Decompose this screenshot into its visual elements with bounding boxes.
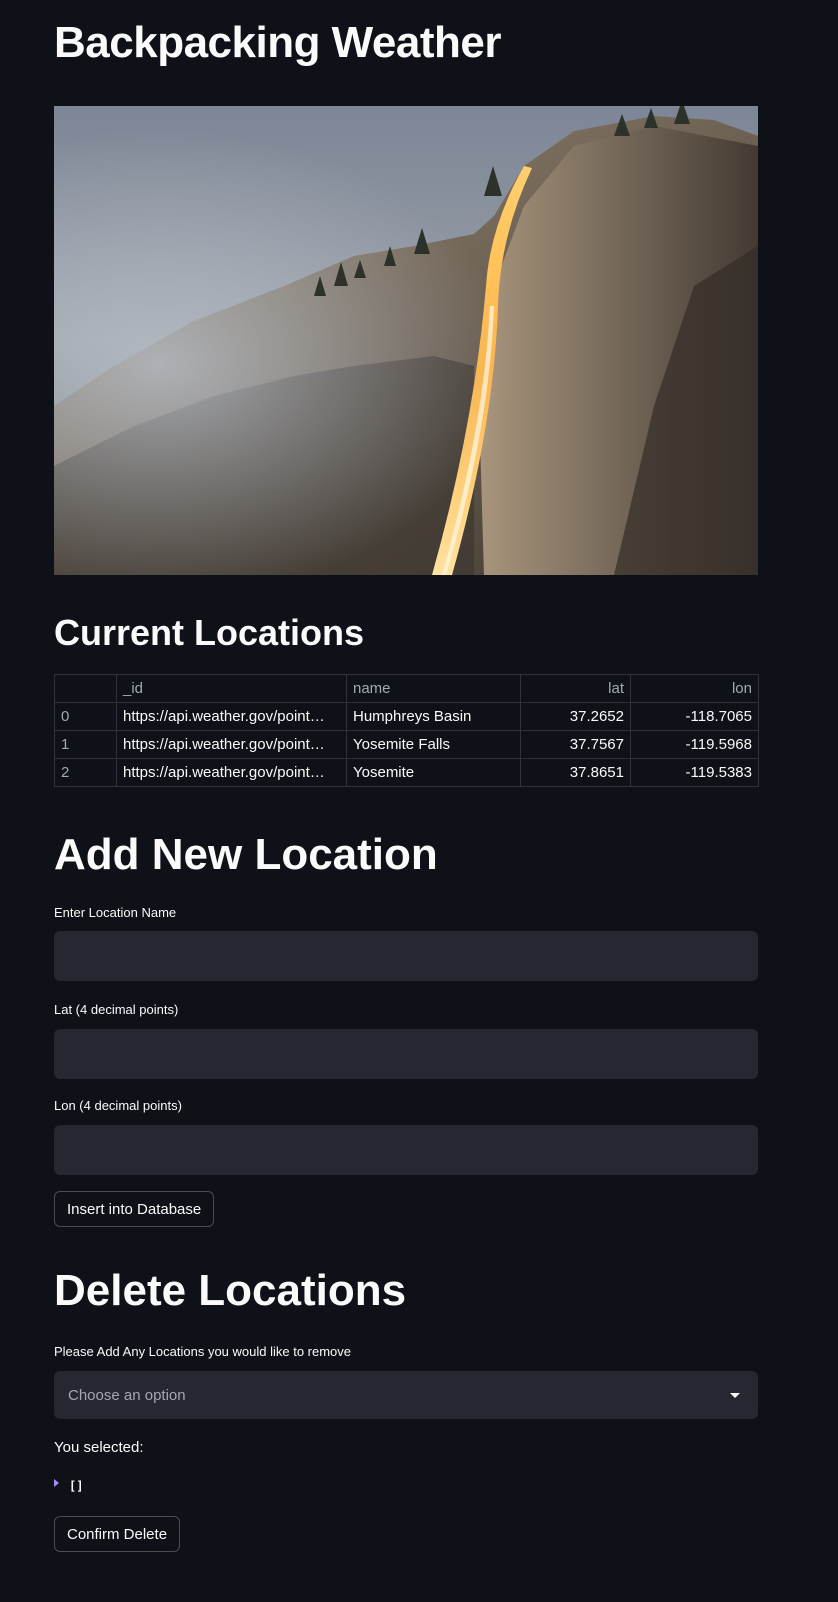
- row-index: 0: [54, 702, 117, 731]
- column-header-lat[interactable]: lat: [520, 674, 631, 703]
- table-row: 1 https://api.weather.gov/point… Yosemit…: [54, 730, 759, 759]
- you-selected-label: You selected:: [54, 1439, 144, 1456]
- column-header-lon[interactable]: lon: [630, 674, 759, 703]
- delete-locations-multiselect[interactable]: Choose an option: [54, 1371, 758, 1419]
- table-row: 0 https://api.weather.gov/point… Humphre…: [54, 702, 759, 731]
- column-header-name[interactable]: name: [346, 674, 521, 703]
- add-location-heading: Add New Location: [54, 830, 438, 879]
- selected-json-value: []: [69, 1479, 84, 1493]
- cell-lon[interactable]: -119.5383: [630, 758, 759, 787]
- lon-label: Lon (4 decimal points): [54, 1098, 182, 1113]
- page-title: Backpacking Weather: [54, 18, 501, 67]
- cell-lon[interactable]: -118.7065: [630, 702, 759, 731]
- location-name-label: Enter Location Name: [54, 905, 177, 920]
- select-placeholder: Choose an option: [68, 1386, 186, 1404]
- cell-lat[interactable]: 37.8651: [520, 758, 631, 787]
- locations-table[interactable]: _id name lat lon 0 https://api.weather.g…: [54, 674, 759, 787]
- cell-id[interactable]: https://api.weather.gov/point…: [116, 730, 347, 759]
- cell-id[interactable]: https://api.weather.gov/point…: [116, 702, 347, 731]
- cell-lat[interactable]: 37.2652: [520, 702, 631, 731]
- selected-json-view: []: [54, 1479, 83, 1493]
- column-header-index[interactable]: [54, 674, 117, 703]
- confirm-delete-button[interactable]: Confirm Delete: [54, 1516, 180, 1552]
- lat-label: Lat (4 decimal points): [54, 1002, 179, 1017]
- lon-input[interactable]: [54, 1125, 758, 1175]
- row-index: 1: [54, 730, 117, 759]
- lat-input[interactable]: [54, 1029, 758, 1079]
- expand-triangle-icon[interactable]: [54, 1479, 59, 1487]
- table-row: 2 https://api.weather.gov/point… Yosemit…: [54, 758, 759, 787]
- row-index: 2: [54, 758, 117, 787]
- cell-name[interactable]: Yosemite Falls: [346, 730, 521, 759]
- column-header-id[interactable]: _id: [116, 674, 347, 703]
- delete-select-label: Please Add Any Locations you would like …: [54, 1344, 352, 1359]
- cell-id[interactable]: https://api.weather.gov/point…: [116, 758, 347, 787]
- delete-locations-heading: Delete Locations: [54, 1266, 407, 1315]
- cell-lat[interactable]: 37.7567: [520, 730, 631, 759]
- insert-into-database-button[interactable]: Insert into Database: [54, 1191, 214, 1227]
- cell-lon[interactable]: -119.5968: [630, 730, 759, 759]
- current-locations-heading: Current Locations: [54, 612, 365, 653]
- hero-image: [54, 106, 758, 575]
- chevron-down-icon[interactable]: [730, 1392, 740, 1398]
- cell-name[interactable]: Humphreys Basin: [346, 702, 521, 731]
- location-name-input[interactable]: [54, 931, 758, 981]
- table-header-row: _id name lat lon: [54, 674, 759, 703]
- cell-name[interactable]: Yosemite: [346, 758, 521, 787]
- waterfall-photo: [54, 106, 758, 575]
